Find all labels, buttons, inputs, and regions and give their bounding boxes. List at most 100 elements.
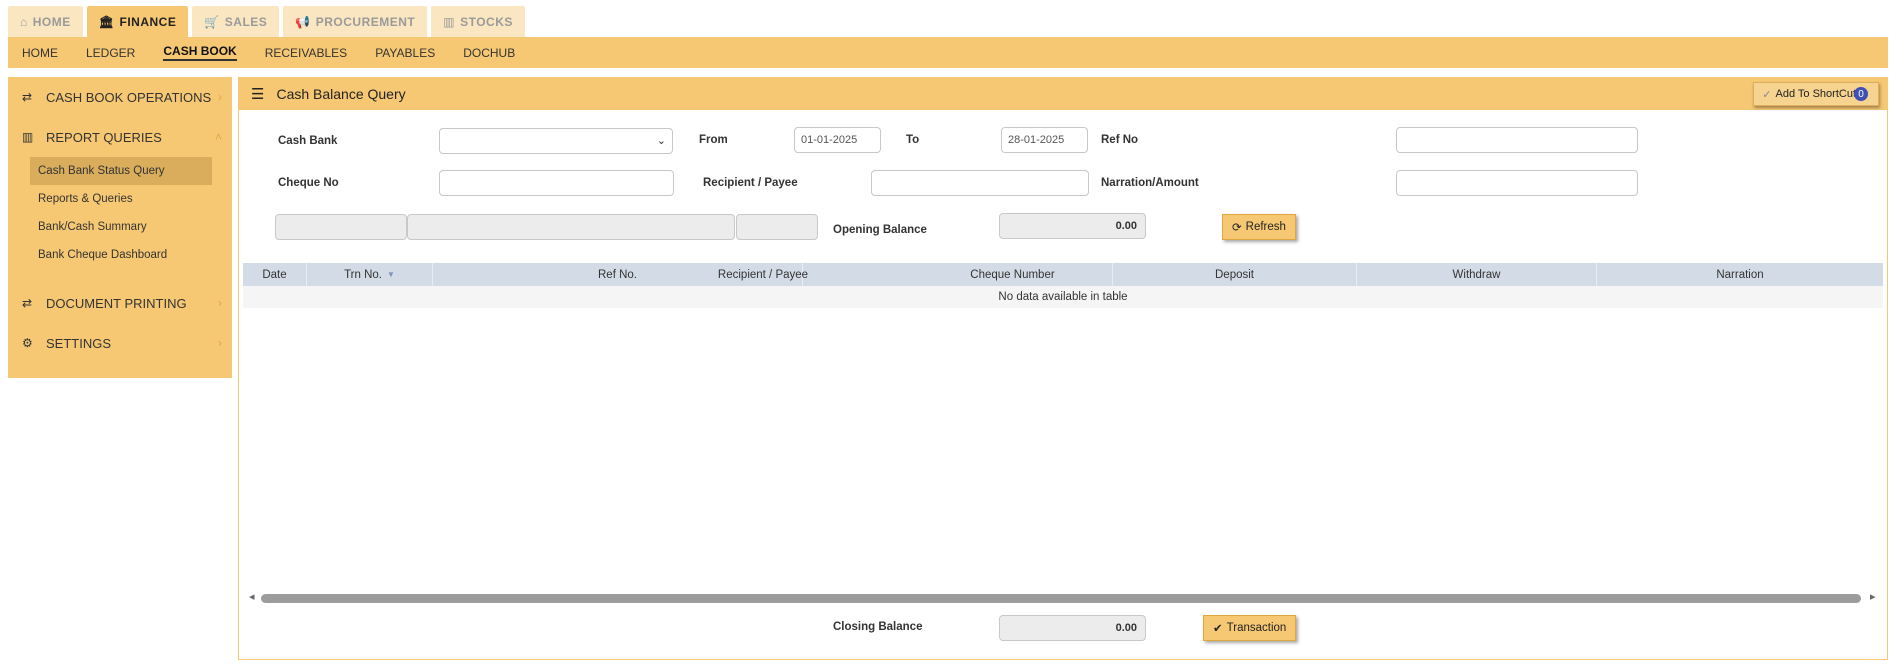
bar-chart-icon: ▥	[443, 14, 456, 29]
sidebar-item-label: Bank/Cash Summary	[38, 221, 147, 233]
shortcut-count-badge: 0	[1854, 87, 1868, 101]
from-label: From	[699, 134, 728, 146]
to-date-input[interactable]: 28-01-2025	[1001, 127, 1088, 153]
ref-no-label: Ref No	[1101, 134, 1139, 146]
hamburger-icon[interactable]: ☰	[251, 85, 264, 103]
sidebar-item-reports-queries[interactable]: Reports & Queries	[8, 185, 232, 213]
submenu-receivables[interactable]: RECEIVABLES	[265, 37, 347, 68]
horizontal-scrollbar[interactable]	[261, 594, 1861, 603]
column-label: Date	[262, 268, 287, 281]
submenu-label: LEDGER	[86, 45, 136, 60]
tab-finance[interactable]: 🏛 FINANCE	[86, 6, 189, 37]
module-tabs: ⌂ HOME 🏛 FINANCE 🛒 SALES 📢 PROCUREMENT ▥ STOC…	[8, 6, 525, 37]
submenu-payables[interactable]: PAYABLES	[375, 37, 435, 68]
table-empty-row: No data available in table	[243, 286, 1883, 308]
submenu-label: DOCHUB	[463, 45, 516, 60]
sidebar-group-label: SETTINGS	[46, 335, 112, 351]
sort-down-icon: ▼	[387, 270, 395, 279]
chevron-up-icon: ˄	[214, 130, 222, 144]
tab-label: FINANCE	[119, 14, 177, 29]
to-label: To	[906, 134, 920, 146]
transfer-icon: ⇄	[22, 90, 33, 104]
account-code-field	[275, 214, 407, 240]
account-name-field	[407, 214, 735, 240]
cheque-no-label: Cheque No	[278, 177, 339, 189]
sidebar-group-report-queries[interactable]: ▥ REPORT QUERIES ˄	[8, 117, 232, 157]
tab-label: HOME	[32, 14, 71, 29]
sidebar-group-document-printing[interactable]: ⇄ DOCUMENT PRINTING ›	[8, 283, 232, 323]
recipient-payee-input[interactable]	[871, 170, 1089, 196]
currency-field	[736, 214, 818, 240]
submenu-label: RECEIVABLES	[264, 45, 348, 60]
column-withdraw[interactable]: Withdraw	[1357, 263, 1597, 286]
refresh-label: Refresh	[1245, 221, 1286, 233]
submenu-home[interactable]: HOME	[22, 37, 58, 68]
panel-header: ☰ Cash Balance Query ✓ Add To ShortCut 0	[239, 78, 1887, 110]
gears-icon: ⚙	[22, 336, 33, 350]
column-narration[interactable]: Narration	[1597, 263, 1883, 286]
cheque-no-input[interactable]	[439, 170, 674, 196]
tab-sales[interactable]: 🛒 SALES	[192, 6, 280, 37]
from-date-input[interactable]: 01-01-2025	[794, 127, 881, 153]
closing-balance-label: Closing Balance	[833, 621, 923, 633]
cash-bank-label: Cash Bank	[278, 135, 338, 147]
scroll-right-icon[interactable]: ▸	[1870, 590, 1876, 603]
chevron-right-icon: ›	[218, 90, 222, 104]
refresh-icon: ⟳	[1232, 222, 1242, 234]
sidebar-group-settings[interactable]: ⚙ SETTINGS ›	[8, 323, 232, 363]
tab-label: STOCKS	[460, 14, 513, 29]
column-deposit[interactable]: Deposit	[1113, 263, 1357, 286]
submenu-label: HOME	[22, 45, 58, 60]
megaphone-icon: 📢	[295, 14, 311, 29]
submenu-ledger[interactable]: LEDGER	[86, 37, 135, 68]
sidebar-item-label: Reports & Queries	[38, 193, 133, 205]
transaction-label: Transaction	[1226, 622, 1287, 634]
table-header: Date Trn No. ▼ Ref No. Recipient / Payee …	[243, 263, 1883, 286]
narration-amount-input[interactable]	[1396, 170, 1638, 196]
column-label: Deposit	[1215, 268, 1254, 281]
sidebar-item-cash-bank-status-query[interactable]: Cash Bank Status Query	[30, 157, 212, 185]
opening-balance-value: 0.00	[999, 213, 1146, 239]
sidebar-item-label: Cash Bank Status Query	[38, 165, 165, 177]
sidebar-item-bank-cash-summary[interactable]: Bank/Cash Summary	[8, 213, 232, 241]
tab-label: PROCUREMENT	[315, 14, 416, 29]
cash-balance-query-panel: ☰ Cash Balance Query ✓ Add To ShortCut 0…	[238, 77, 1888, 660]
scroll-left-icon[interactable]: ◂	[249, 590, 255, 603]
check-icon: ✓	[1762, 88, 1772, 101]
column-label: Narration	[1716, 268, 1764, 281]
column-label: Withdraw	[1452, 268, 1501, 281]
transfer-icon: ⇄	[22, 296, 33, 310]
column-recipient-payee[interactable]: Recipient / Payee	[613, 263, 913, 286]
page-title: Cash Balance Query	[276, 86, 406, 102]
closing-balance-value: 0.00	[999, 615, 1146, 641]
tab-home[interactable]: ⌂ HOME	[8, 6, 83, 37]
column-label: Cheque Number	[970, 268, 1055, 281]
submenu-dochub[interactable]: DOCHUB	[463, 37, 515, 68]
chevron-right-icon: ›	[218, 336, 222, 350]
column-date[interactable]: Date	[243, 263, 307, 286]
add-to-shortcut-button[interactable]: ✓ Add To ShortCut 0	[1753, 82, 1879, 106]
column-label: Trn No.	[344, 268, 382, 281]
tab-label: SALES	[224, 14, 268, 29]
sidebar: ⇄ CASH BOOK OPERATIONS › ▥ REPORT QUERIE…	[8, 77, 232, 378]
transaction-button[interactable]: ✔ Transaction	[1203, 615, 1297, 641]
home-icon: ⌂	[20, 14, 28, 29]
cash-bank-select[interactable]: ⌄	[439, 128, 673, 154]
check-icon: ✔	[1213, 623, 1223, 635]
sidebar-group-label: CASH BOOK OPERATIONS	[46, 89, 212, 105]
tab-procurement[interactable]: 📢 PROCUREMENT	[283, 6, 428, 37]
refresh-button[interactable]: ⟳ Refresh	[1222, 214, 1296, 240]
tab-stocks[interactable]: ▥ STOCKS	[431, 6, 525, 37]
ref-no-input[interactable]	[1396, 127, 1638, 153]
sidebar-item-label: Bank Cheque Dashboard	[38, 249, 168, 261]
cart-icon: 🛒	[204, 14, 220, 29]
bar-chart-icon: ▥	[22, 130, 34, 144]
column-trn-no[interactable]: Trn No. ▼	[307, 263, 433, 286]
sidebar-group-cash-book-operations[interactable]: ⇄ CASH BOOK OPERATIONS ›	[8, 77, 232, 117]
chevron-down-icon: ⌄	[656, 135, 666, 147]
chevron-right-icon: ›	[218, 296, 222, 310]
column-cheque-number[interactable]: Cheque Number	[913, 263, 1113, 286]
sidebar-item-bank-cheque-dashboard[interactable]: Bank Cheque Dashboard	[8, 241, 232, 269]
submenu-label: CASH BOOK	[163, 44, 237, 61]
submenu-cash-book[interactable]: CASH BOOK	[163, 37, 237, 68]
